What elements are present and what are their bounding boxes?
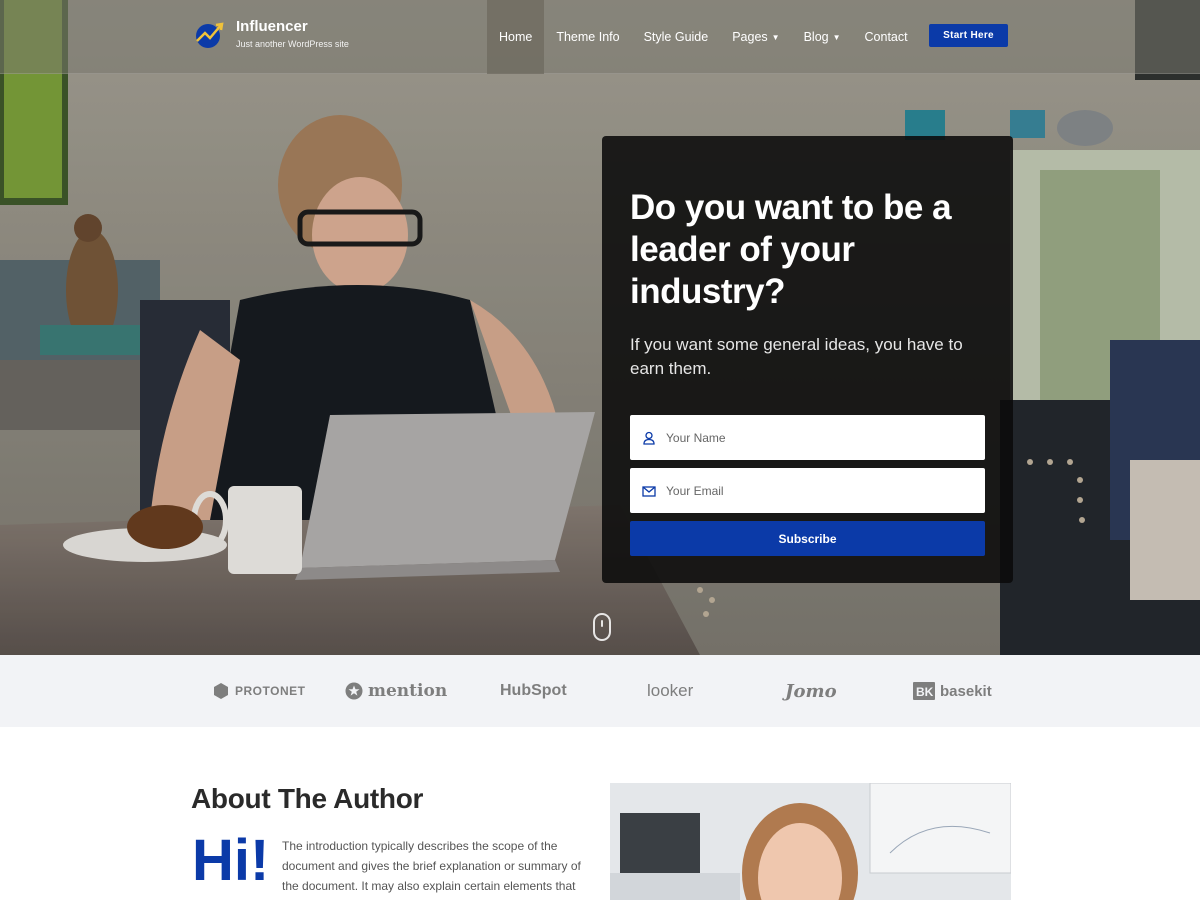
hero-section	[0, 0, 1200, 655]
client-logos-strip: PROTONET mention HubSpot looker Jomo BK …	[0, 655, 1200, 727]
author-photo	[610, 783, 1011, 900]
nav-item-label: Blog	[803, 30, 829, 44]
user-icon	[643, 431, 655, 445]
logo-text: PROTONET	[235, 684, 306, 698]
hero-heading: Do you want to be a leader of your indus…	[630, 188, 952, 311]
name-input[interactable]	[666, 430, 966, 445]
chevron-down-icon: ▼	[832, 32, 841, 42]
nav-item-theme-info[interactable]: Theme Info	[544, 0, 631, 74]
logo-text: looker	[647, 681, 694, 700]
email-field[interactable]	[630, 468, 985, 513]
nav-item-label: Home	[499, 30, 533, 44]
nav-item-label: Contact	[864, 30, 908, 44]
nav-item-pages[interactable]: Pages ▼	[720, 0, 791, 74]
site-title[interactable]: Influencer	[236, 18, 349, 36]
jomo-logo: Jomo	[785, 655, 837, 727]
nav-item-label: Theme Info	[556, 30, 620, 44]
nav-item-label: Style Guide	[643, 30, 709, 44]
hero-subheading: If you want some general ideas, you have…	[630, 335, 963, 378]
logo-text: basekit	[940, 682, 992, 700]
site-logo-icon	[196, 22, 224, 48]
email-input[interactable]	[666, 483, 966, 498]
name-field[interactable]	[630, 415, 985, 460]
basekit-logo: BK basekit	[913, 655, 992, 727]
looker-logo: looker	[647, 655, 693, 727]
optin-card: Do you want to be a leader of your indus…	[602, 136, 1013, 583]
hubspot-logo: HubSpot	[500, 655, 567, 727]
basekit-mark-icon: BK	[913, 682, 935, 700]
star-icon	[345, 682, 363, 700]
main-navigation: Home Theme Info Style Guide Pages ▼ Blog ▼…	[487, 0, 920, 74]
about-section-title: About The Author	[191, 783, 424, 814]
svg-text:BK: BK	[916, 685, 934, 699]
start-here-button[interactable]: Start Here	[929, 24, 1008, 47]
site-branding[interactable]: Influencer Just another WordPress site	[192, 18, 349, 50]
scroll-down-icon[interactable]	[593, 613, 611, 641]
logo-text: mention	[368, 681, 448, 701]
protonet-logo: PROTONET	[212, 655, 305, 727]
logo-text: HubSpot	[500, 682, 567, 699]
hero-overlay	[0, 0, 1200, 655]
site-header: Influencer Just another WordPress site H…	[0, 0, 1200, 74]
site-tagline: Just another WordPress site	[236, 39, 349, 49]
chevron-down-icon: ▼	[771, 32, 780, 42]
nav-item-style-guide[interactable]: Style Guide	[632, 0, 721, 74]
nav-item-blog[interactable]: Blog ▼	[792, 0, 853, 74]
subscribe-button[interactable]: Subscribe	[630, 521, 985, 556]
envelope-icon	[642, 485, 656, 497]
author-photo-image	[610, 783, 1011, 900]
about-dropcap: Hi!	[192, 828, 270, 893]
mention-logo: mention	[345, 655, 447, 727]
nav-item-contact[interactable]: Contact	[853, 0, 920, 74]
logo-text: Jomo	[785, 680, 837, 702]
hexagon-icon	[214, 683, 228, 699]
nav-item-label: Pages	[732, 30, 768, 44]
about-text: The introduction typically describes the…	[282, 839, 581, 900]
nav-item-home[interactable]: Home	[487, 0, 545, 74]
